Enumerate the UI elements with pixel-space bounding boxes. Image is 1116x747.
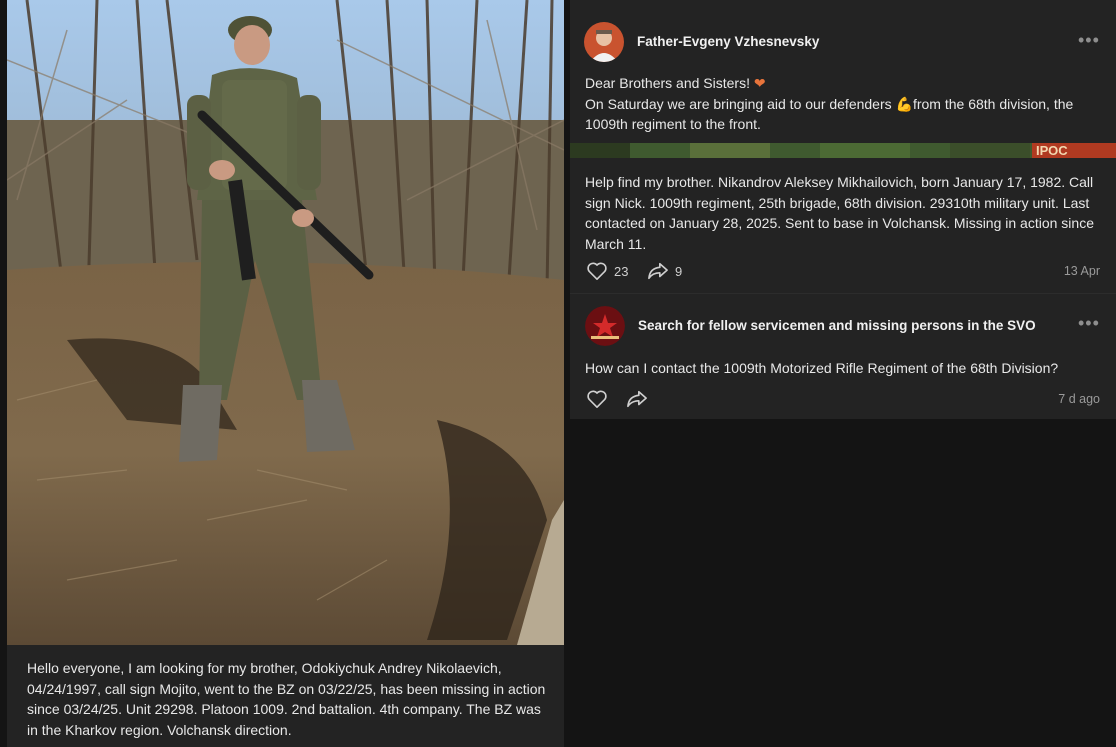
post-text: How can I contact the 1009th Motorized R… [585, 360, 1059, 376]
share-arrow-icon [627, 390, 647, 408]
post-line-2a: On Saturday we are bringing aid to our d… [585, 95, 896, 112]
post-card-search-servicemen: Search for fellow servicemen and missing… [570, 293, 1116, 419]
share-count: 9 [675, 263, 683, 279]
like-button[interactable]: 23 [586, 261, 628, 281]
soldier-photo[interactable] [7, 0, 564, 645]
share-button[interactable]: 9 [647, 261, 682, 281]
like-count: 23 [614, 263, 629, 279]
post-line-1: Dear Brothers and Sisters! [585, 75, 754, 91]
muscle-emoji-icon: 💪 [895, 95, 913, 112]
post-author[interactable]: Father-Evgeny Vzhesnevsky [637, 34, 819, 49]
post-card-help-find: Help find my brother. Nikandrov Aleksey … [570, 158, 1116, 293]
post-author[interactable]: Search for fellow servicemen and missing… [638, 318, 1036, 333]
heart-icon [587, 390, 607, 408]
post-date[interactable]: 13 Apr [1064, 264, 1100, 278]
post-text: Help find my brother. Nikandrov Aleksey … [585, 174, 1094, 252]
post-date[interactable]: 7 d ago [1058, 392, 1100, 406]
like-button[interactable] [586, 389, 608, 409]
avatar[interactable] [584, 22, 624, 62]
heart-icon [587, 262, 607, 280]
share-arrow-icon [648, 262, 668, 280]
share-button[interactable] [626, 389, 648, 409]
post-text: Dear Brothers and Sisters! ❤ On Saturday… [585, 73, 1100, 135]
left-post-card: Hello everyone, I am looking for my brot… [7, 0, 564, 747]
heart-emoji-icon: ❤ [753, 75, 766, 91]
strip-label: ІРОС [1036, 143, 1068, 158]
post-image-strip[interactable]: ІРОС [570, 143, 1116, 158]
more-dots-icon[interactable]: ••• [1078, 30, 1100, 51]
left-post-text: Hello everyone, I am looking for my brot… [27, 660, 546, 738]
more-dots-icon[interactable]: ••• [1078, 313, 1100, 334]
avatar[interactable] [585, 306, 625, 346]
post-card-father-evgeny: Father-Evgeny Vzhesnevsky ••• Dear Broth… [570, 0, 1116, 158]
